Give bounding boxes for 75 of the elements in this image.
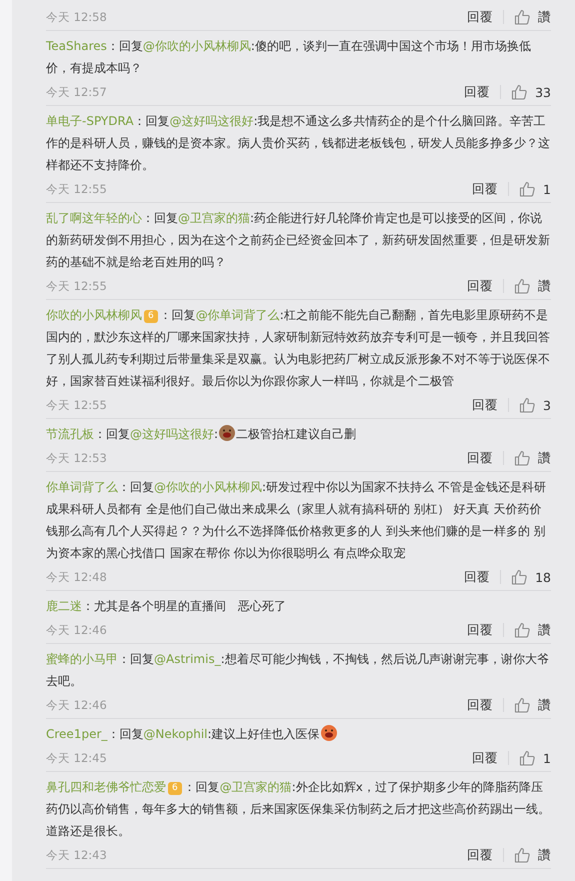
like-count: 1 (543, 182, 551, 196)
timestamp: 今天 12:45 (46, 750, 107, 766)
mention-link[interactable]: @Nekophil (143, 727, 208, 741)
mention-link[interactable]: @这好吗这很好 (130, 427, 214, 441)
reply-link[interactable]: 回覆 (472, 180, 498, 198)
comment-text: 鹿二迷：尤其是各个明星的直播间 恶心死了 (46, 598, 287, 615)
reply-link[interactable]: 回覆 (464, 568, 490, 586)
timestamp: 今天 12:53 (46, 450, 107, 466)
like-count: 讚 (538, 846, 551, 864)
comment-text: Cree1per_：回复@Nekophil:建议上好佳也入医保 (46, 723, 551, 745)
thumbs-up-icon[interactable] (511, 84, 528, 100)
comment-text: 鼻孔四和老佛爷忙恋爱 6 ：回复@卫宫家的猫:外企比如辉x，过了保护期多少年的降脂药降压药仍以高价销售，每年多大的销售额，后来国家医保集采仿制药之后才把这些高价药踢出一线。道路还是很长。 (46, 779, 551, 840)
timestamp: 今天 12:58 (46, 10, 107, 24)
vip-badge: 6 (144, 310, 158, 323)
like-count: 讚 (538, 8, 551, 26)
mention-link[interactable]: @这好吗这很好 (170, 114, 254, 128)
thumbs-up-icon[interactable] (514, 622, 530, 638)
timestamp: 今天 12:57 (46, 84, 107, 100)
vip-badge: 6 (168, 782, 182, 795)
timestamp: 今天 12:43 (46, 848, 107, 862)
comment-text: 蜜蜂的小马甲：回复@Astrimis_:想着尽可能少掏钱，不掏钱，然后说几声谢谢完事，谢你大爷去吧。 (46, 651, 550, 690)
like-count: 3 (543, 398, 551, 412)
username-link[interactable]: TeaShares (46, 39, 107, 53)
reply-link[interactable]: 回覆 (467, 622, 493, 638)
comment-text: TeaShares：回复@你吹的小风林柳风:傻的吧，谈判一直在强调中国这个市场！用市场换低价，有提成本吗？ (46, 38, 532, 77)
thumbs-up-icon[interactable] (519, 750, 536, 766)
thumbs-up-icon[interactable] (514, 9, 530, 25)
mention-link[interactable]: @Astrimis_ (154, 652, 221, 666)
reply-link[interactable]: 回覆 (467, 696, 493, 714)
comment-text: 节流孔板：回复@这好吗这很好: 二极管抬杠建议自己删 (46, 423, 551, 445)
reply-link[interactable]: 回覆 (472, 396, 498, 414)
reply-link[interactable]: 回覆 (467, 278, 493, 294)
mention-link[interactable]: @卫宫家的猫 (220, 780, 292, 794)
mention-link[interactable]: @你吹的小风林柳风 (154, 480, 262, 494)
comment-text: 单电子-SPYDRA：回复@这好吗这很好:我是想不通这么多共情药企的是个什么脑回路。辛苦工作的是科研人员，赚钱的是资本家。病人贵价买药，钱都进老板钱包，研发人员能多挣多少？这样都还不支持降价。 (46, 113, 551, 174)
timestamp: 今天 12:55 (46, 278, 107, 294)
reply-link[interactable]: 回覆 (467, 450, 493, 466)
username-link[interactable]: 乱了啊这年轻的心 (46, 211, 142, 225)
comment-text: 你单词背了么：回复@你吹的小风林柳风:研发过程中你以为国家不扶持么 不管是金钱还是科研成果科研人员都有 全是他们自己做出来成果么（家里人就有搞科研的 别杠） 好天真 天价药价钱那么高有几个人买得起？？为什么不选择降低价格救更多的人 到头来他们赚的是一样多的 别为资本家的黑心找借口 国家在帮你 你以为你很聪明么 有点哗众取宠 (46, 479, 547, 562)
like-count: 讚 (538, 622, 551, 638)
username-link[interactable]: 节流孔板 (46, 427, 94, 441)
mention-link[interactable]: @你吹的小风林柳风 (142, 39, 251, 53)
username-link[interactable]: 单电子-SPYDRA (46, 114, 134, 128)
timestamp: 今天 12:55 (46, 182, 107, 196)
thumbs-up-icon[interactable] (514, 697, 530, 713)
username-link[interactable]: 你吹的小风林柳风 (46, 308, 142, 322)
reply-link[interactable]: 回覆 (467, 846, 493, 864)
username-link[interactable]: Cree1per_ (46, 727, 108, 741)
like-count: 33 (535, 84, 551, 100)
thumbs-up-icon[interactable] (519, 397, 536, 413)
reply-link[interactable]: 回覆 (464, 84, 490, 100)
like-count: 讚 (538, 450, 551, 466)
thumbs-up-icon[interactable] (511, 569, 528, 585)
reply-link[interactable]: 回覆 (467, 8, 493, 26)
reply-link[interactable]: 回覆 (472, 750, 498, 766)
mention-link[interactable]: @卫宫家的猫 (178, 211, 250, 225)
like-count: 讚 (538, 696, 551, 714)
comment-text: 乱了啊这年轻的心：回复@卫宫家的猫:药企能进行好几轮降价肯定也是可以接受的区间，你说的新药研发倒不用担心，因为在这个之前药企已经资金回本了，新药研发固然重要，但是研发新药的基础不就是给老百姓用的吗？ (46, 210, 551, 271)
thumbs-up-icon[interactable] (514, 450, 530, 466)
username-link[interactable]: 鹿二迷 (46, 599, 82, 613)
like-count: 讚 (538, 278, 551, 294)
thumbs-up-icon[interactable] (514, 847, 530, 863)
thumbs-up-icon[interactable] (519, 181, 536, 197)
timestamp: 今天 12:55 (46, 398, 107, 412)
thumbs-up-icon[interactable] (514, 278, 530, 294)
mention-link[interactable]: @你单词背了么 (196, 308, 280, 322)
timestamp: 今天 12:46 (46, 698, 107, 712)
username-link[interactable]: 鼻孔四和老佛爷忙恋爱 (46, 780, 166, 794)
timestamp: 今天 12:46 (46, 622, 107, 638)
like-count: 1 (543, 750, 551, 766)
comment-text: 你吹的小风林柳风 6 ：回复@你单词背了么:杠之前能不能先自己翻翻，首先电影里原研药不是国内的，默沙东这样的厂哪来国家扶持，人家研制新冠特效药放弃专利可是一顿夸，并且我回答了别人孤儿药专利期过后带量集采是双赢。认为电影把药厂树立成反派形象不对不等于说医保不好，国家替百姓谋福利很好。最后你以为你跟你家人一样吗，你就是个二极管 (46, 307, 551, 390)
like-count: 18 (535, 570, 551, 584)
username-link[interactable]: 蜜蜂的小马甲 (46, 652, 118, 666)
username-link[interactable]: 你单词背了么 (46, 480, 118, 494)
timestamp: 今天 12:48 (46, 570, 107, 584)
